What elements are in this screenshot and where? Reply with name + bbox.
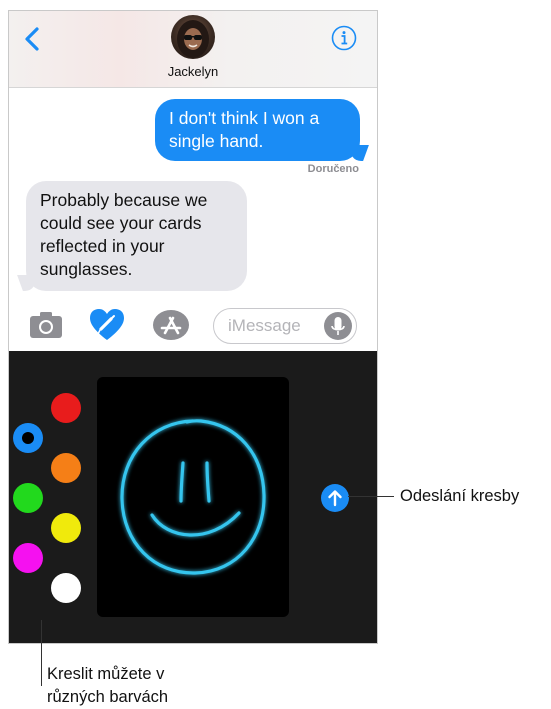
- app-store-icon: [153, 310, 189, 340]
- camera-button[interactable]: [29, 311, 63, 339]
- message-field[interactable]: [213, 308, 357, 344]
- color-swatch-green[interactable]: [13, 483, 43, 513]
- messages-screen: Jackelyn I don't think I won a single ha…: [8, 10, 378, 644]
- digital-touch-heart-icon: [90, 309, 124, 340]
- drawing-canvas[interactable]: [97, 377, 289, 617]
- send-drawing-button[interactable]: [321, 484, 349, 512]
- colors-callout-label-line2: různých barvách: [47, 688, 169, 706]
- avatar[interactable]: [171, 15, 215, 59]
- colors-callout-line: [41, 620, 42, 686]
- info-button[interactable]: [331, 25, 357, 51]
- app-store-button[interactable]: [152, 309, 190, 341]
- color-swatch-yellow[interactable]: [51, 513, 81, 543]
- colors-callout-label-line1: Kreslit můžete v: [47, 665, 165, 683]
- sent-message-bubble[interactable]: I don't think I won a single hand.: [155, 99, 360, 161]
- color-swatch-red[interactable]: [51, 393, 81, 423]
- digital-touch-button[interactable]: [89, 308, 125, 342]
- color-swatch-blue-selected[interactable]: [13, 423, 43, 453]
- microphone-icon: [331, 317, 345, 335]
- received-message-bubble[interactable]: Probably because we could see your cards…: [26, 181, 247, 291]
- arrow-up-icon: [328, 490, 342, 507]
- color-swatch-orange[interactable]: [51, 453, 81, 483]
- info-icon: [331, 25, 357, 51]
- send-callout-line: [348, 496, 394, 497]
- message-input[interactable]: [228, 315, 320, 337]
- digital-touch-panel: [9, 351, 377, 643]
- smiley-drawing: [120, 419, 266, 575]
- camera-icon: [30, 312, 62, 338]
- delivery-status: Doručeno: [307, 163, 359, 175]
- conversation-header: Jackelyn: [9, 11, 377, 88]
- contact-name[interactable]: Jackelyn: [9, 64, 377, 79]
- send-callout-label: Odeslání kresby: [400, 487, 520, 505]
- chevron-left-icon: [25, 27, 39, 51]
- color-swatch-white[interactable]: [51, 573, 81, 603]
- microphone-button[interactable]: [324, 312, 352, 340]
- back-button[interactable]: [21, 25, 45, 53]
- color-swatch-magenta[interactable]: [13, 543, 43, 573]
